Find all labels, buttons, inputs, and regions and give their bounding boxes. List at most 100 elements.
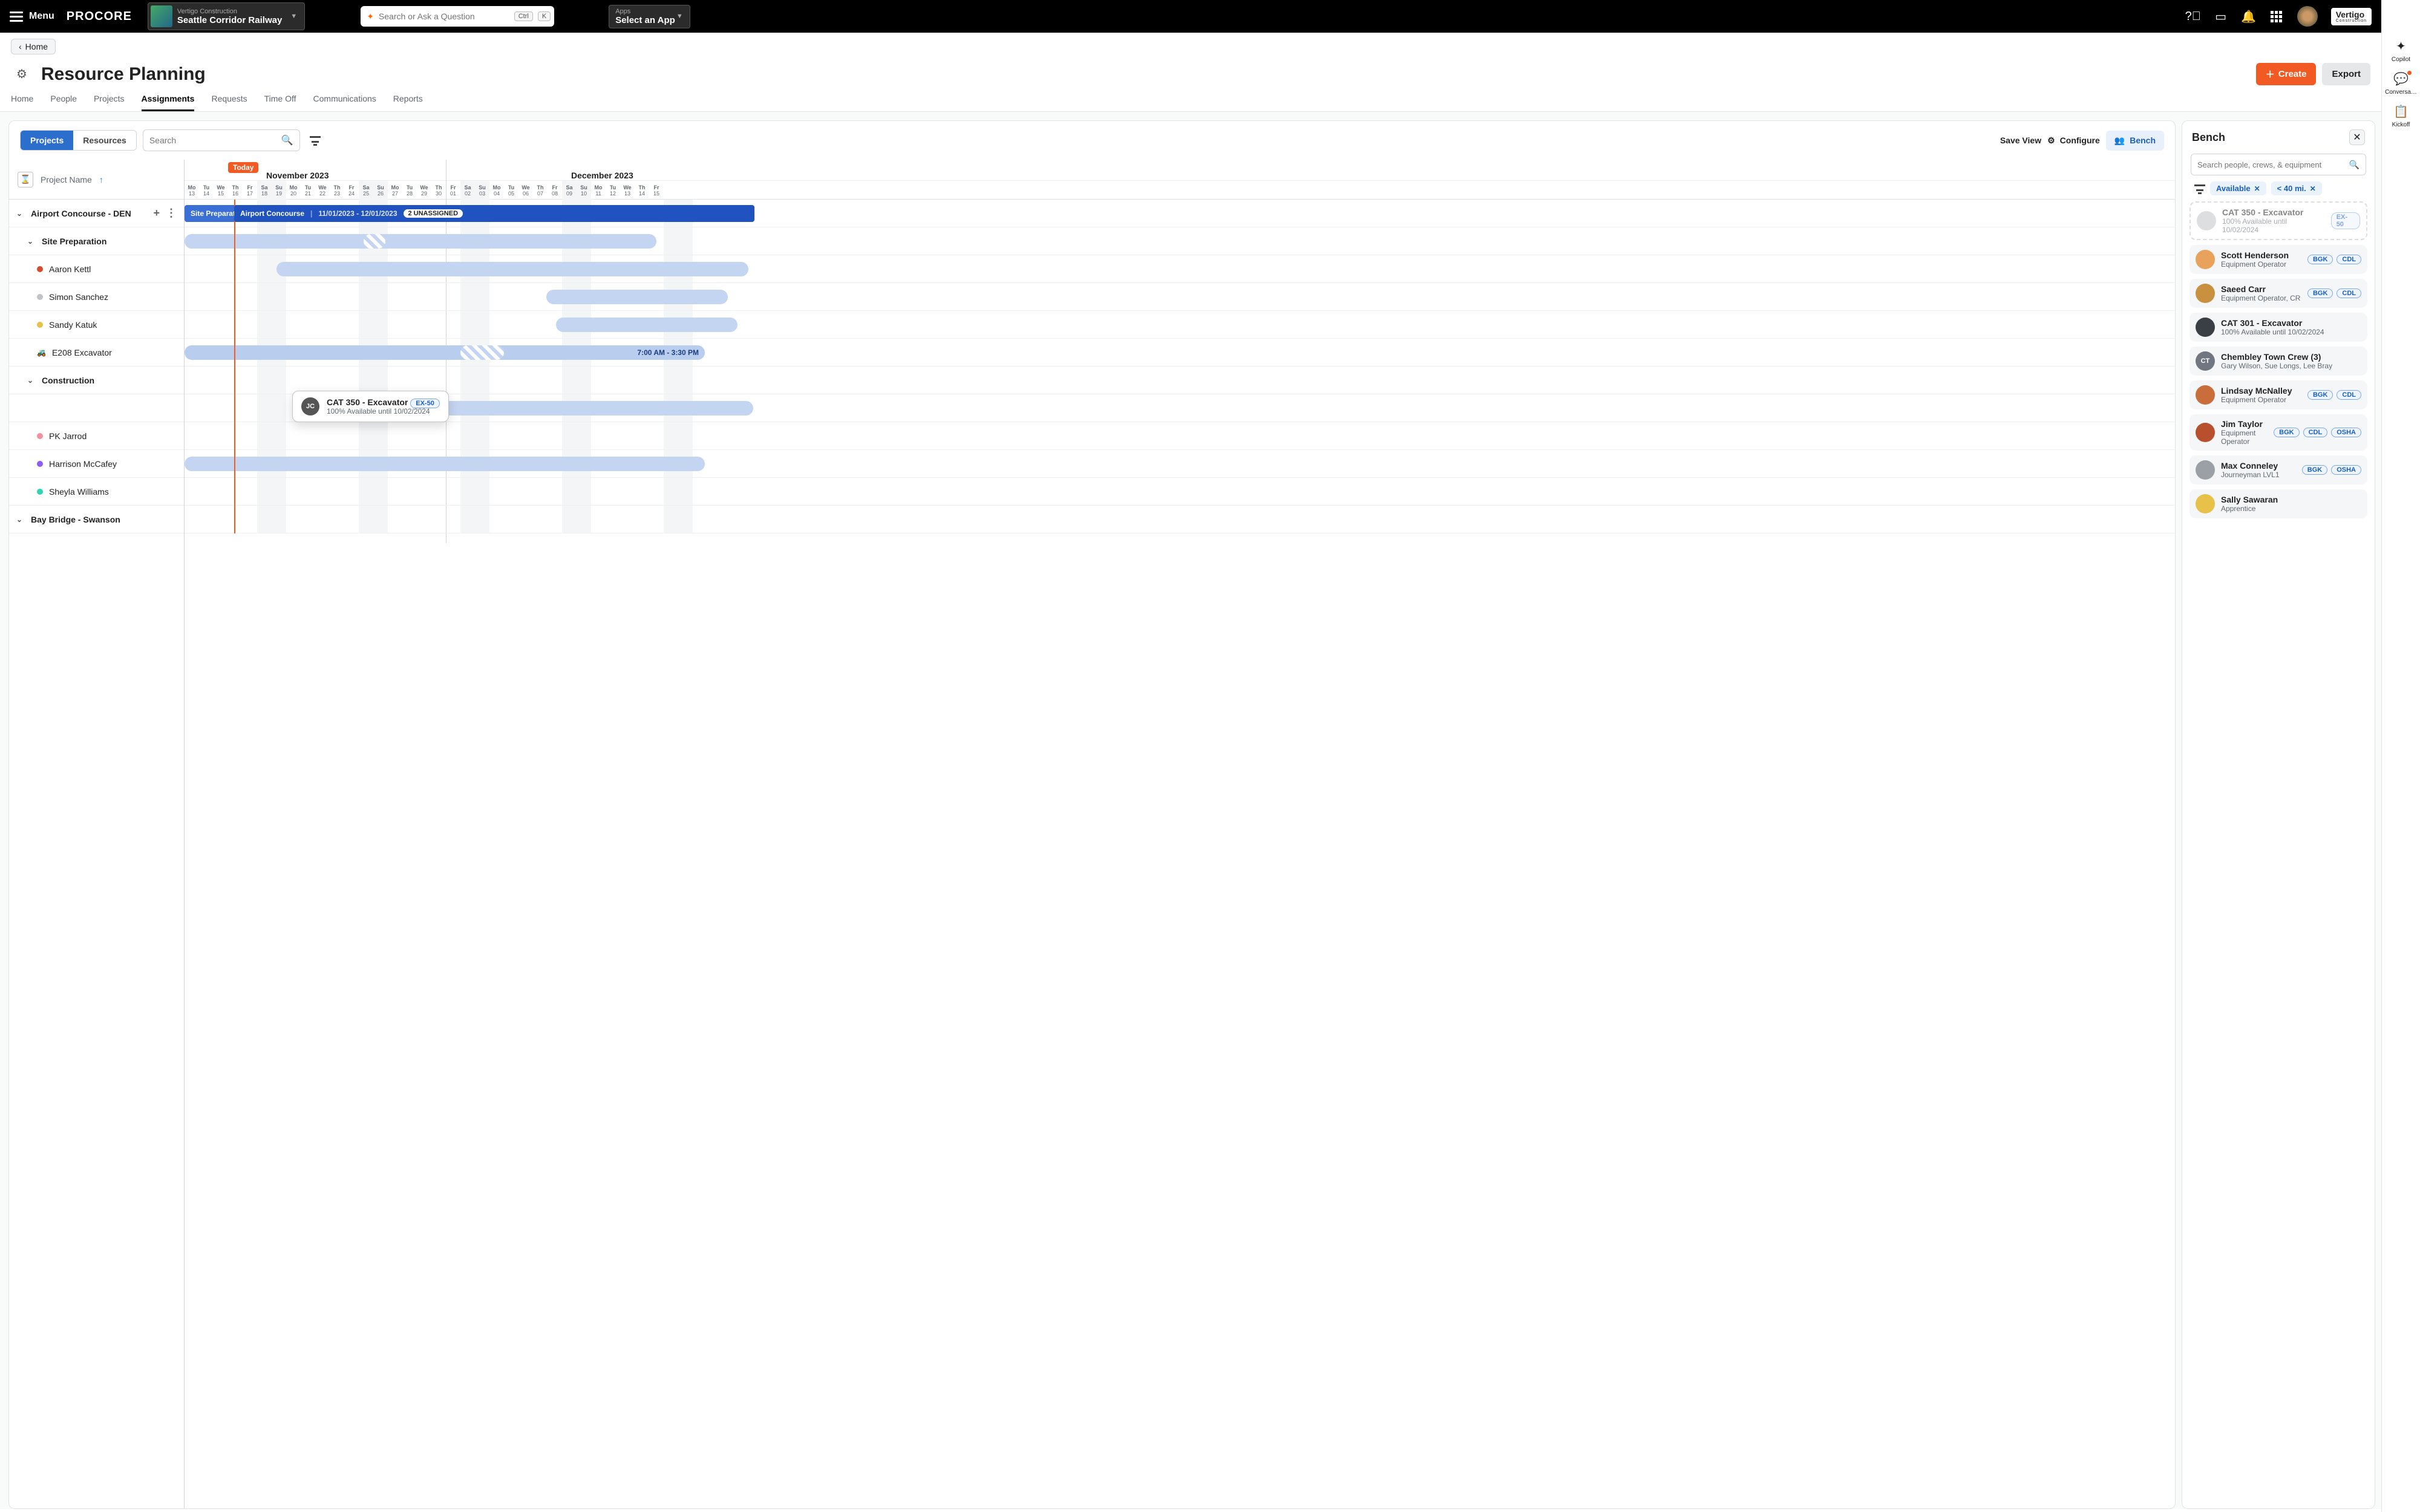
apps-grid-icon[interactable] — [2269, 9, 2284, 24]
tree-row[interactable]: Aaron Kettl — [9, 255, 184, 283]
page-title: Resource Planning — [41, 64, 206, 85]
menu-button[interactable]: Menu — [10, 11, 54, 22]
rail-item-kickoff[interactable]: 📋Kickoff — [2382, 104, 2420, 128]
seg-projects[interactable]: Projects — [21, 131, 73, 150]
create-button[interactable]: ＋Create — [2256, 63, 2317, 85]
add-icon[interactable]: + — [153, 207, 160, 220]
tree-row[interactable]: Simon Sanchez — [9, 283, 184, 311]
gantt-bar[interactable] — [546, 290, 728, 304]
project-selector[interactable]: Vertigo Construction Seattle Corridor Ra… — [148, 2, 305, 30]
rail-item-conversa[interactable]: 💬Conversa… — [2382, 71, 2420, 96]
bench-item[interactable]: CAT 301 - Excavator100% Available until … — [2189, 313, 2367, 342]
gantt-row[interactable] — [185, 227, 2175, 255]
tree-row[interactable]: PK Jarrod — [9, 422, 184, 450]
avatar — [2196, 494, 2215, 513]
bench-item[interactable]: Jim TaylorEquipment OperatorBGKCDLOSHA — [2189, 414, 2367, 451]
gantt-row[interactable] — [185, 367, 2175, 394]
bench-item[interactable]: CTChembley Town Crew (3)Gary Wilson, Sue… — [2189, 347, 2367, 376]
color-dot — [37, 322, 43, 328]
configure-button[interactable]: ⚙ Configure — [2047, 135, 2100, 146]
gantt-row[interactable]: 7:00 AM - 3:30 PM — [185, 339, 2175, 367]
gantt-bar[interactable] — [556, 318, 737, 332]
tab-projects[interactable]: Projects — [94, 91, 125, 111]
filter-chip[interactable]: Available ✕ — [2210, 181, 2266, 195]
gantt-row[interactable] — [185, 450, 2175, 478]
tab-home[interactable]: Home — [11, 91, 33, 111]
bench-item[interactable]: Scott HendersonEquipment OperatorBGKCDL — [2189, 245, 2367, 274]
tab-people[interactable]: People — [50, 91, 77, 111]
search-icon[interactable]: 🔍 — [2349, 160, 2360, 170]
tree-row[interactable]: ⌄Site Preparation — [9, 227, 184, 255]
tab-reports[interactable]: Reports — [393, 91, 423, 111]
gear-icon[interactable]: ⚙ — [11, 64, 33, 85]
spark-icon: ✦ — [367, 11, 374, 22]
bench-item[interactable]: Lindsay McNalleyEquipment OperatorBGKCDL — [2189, 380, 2367, 409]
tab-assignments[interactable]: Assignments — [142, 91, 195, 111]
company-logo[interactable]: Vertigo Construction — [2331, 8, 2372, 25]
gantt-row[interactable] — [185, 311, 2175, 339]
tab-requests[interactable]: Requests — [211, 91, 247, 111]
chat-icon[interactable]: ▭ — [2214, 9, 2228, 24]
tree-row[interactable]: Sheyla Williams — [9, 478, 184, 506]
bench-search-input[interactable] — [2197, 160, 2349, 169]
bench-search[interactable]: 🔍 — [2191, 154, 2366, 175]
gantt-row[interactable] — [185, 283, 2175, 311]
bench-item[interactable]: Saeed CarrEquipment Operator, CRBGKCDL — [2189, 279, 2367, 308]
bench-button[interactable]: 👥 Bench — [2106, 131, 2164, 151]
bench-item[interactable]: Sally SawaranApprentice — [2189, 489, 2367, 518]
gantt-bar[interactable] — [414, 401, 753, 415]
tree-row[interactable]: ⌄Airport Concourse - DEN+⋮ — [9, 200, 184, 227]
gantt-bar[interactable] — [460, 345, 504, 360]
save-view-button[interactable]: Save View — [2000, 135, 2041, 145]
local-search[interactable]: 🔍 — [143, 129, 300, 151]
drag-resource-card[interactable]: JCCAT 350 - Excavator EX-50100% Availabl… — [292, 391, 449, 422]
chip-remove-icon[interactable]: ✕ — [2310, 184, 2316, 193]
gantt-bar[interactable] — [364, 234, 385, 249]
close-icon[interactable]: ✕ — [2349, 129, 2365, 145]
procore-logo[interactable]: PROCORE — [67, 10, 132, 24]
project-thumbnail — [151, 5, 172, 27]
filter-icon[interactable] — [310, 136, 321, 145]
tab-time-off[interactable]: Time Off — [264, 91, 296, 111]
bench-item[interactable]: CAT 350 - Excavator100% Available until … — [2189, 201, 2367, 240]
gantt-row[interactable] — [185, 422, 2175, 450]
help-icon[interactable]: ?⃝ — [2186, 9, 2200, 24]
tree-row[interactable] — [9, 394, 184, 422]
filter-chip[interactable]: < 40 mi. ✕ — [2271, 181, 2322, 195]
filter-icon[interactable] — [2194, 184, 2205, 193]
bench-item[interactable]: Max ConneleyJourneyman LVL1BGKOSHA — [2189, 455, 2367, 484]
gantt-bar[interactable] — [185, 457, 705, 471]
tree-row[interactable]: ⌄Bay Bridge - Swanson — [9, 506, 184, 533]
color-dot — [37, 294, 43, 300]
app-selector[interactable]: Apps Select an App ▼ — [609, 5, 690, 28]
gantt-row[interactable] — [185, 478, 2175, 506]
kebab-icon[interactable]: ⋮ — [166, 207, 177, 220]
hourglass-icon[interactable]: ⌛ — [18, 172, 33, 187]
user-avatar[interactable] — [2297, 6, 2318, 27]
day-col: Su03 — [475, 181, 489, 200]
bell-icon[interactable]: 🔔 — [2242, 9, 2256, 24]
breadcrumb-home[interactable]: ‹ Home — [11, 39, 56, 54]
rail-item-copilot[interactable]: ✦Copilot — [2382, 39, 2420, 63]
sort-asc-icon[interactable]: ↑ — [99, 175, 103, 184]
gantt-bar[interactable]: 7:00 AM - 3:30 PM — [185, 345, 705, 360]
search-icon[interactable]: 🔍 — [281, 134, 293, 146]
chip-remove-icon[interactable]: ✕ — [2254, 184, 2260, 193]
search-input[interactable] — [379, 11, 509, 21]
tree-row[interactable]: 🚜E208 Excavator — [9, 339, 184, 367]
gantt-row[interactable] — [185, 394, 2175, 422]
gantt-bar[interactable] — [185, 234, 656, 249]
gantt-bar[interactable] — [276, 262, 748, 276]
gantt-bar[interactable]: Airport Concourse|11/01/2023 - 12/01/202… — [234, 205, 754, 222]
export-button[interactable]: Export — [2322, 63, 2370, 85]
gantt-row[interactable] — [185, 506, 2175, 533]
project-org: Vertigo Construction — [177, 8, 282, 15]
global-search[interactable]: ✦ Ctrl K — [361, 6, 554, 27]
tree-row[interactable]: ⌄Construction — [9, 367, 184, 394]
local-search-input[interactable] — [149, 135, 281, 145]
seg-resources[interactable]: Resources — [73, 131, 136, 150]
tree-row[interactable]: Sandy Katuk — [9, 311, 184, 339]
tree-row[interactable]: Harrison McCafey — [9, 450, 184, 478]
gantt-row[interactable] — [185, 255, 2175, 283]
tab-communications[interactable]: Communications — [313, 91, 376, 111]
